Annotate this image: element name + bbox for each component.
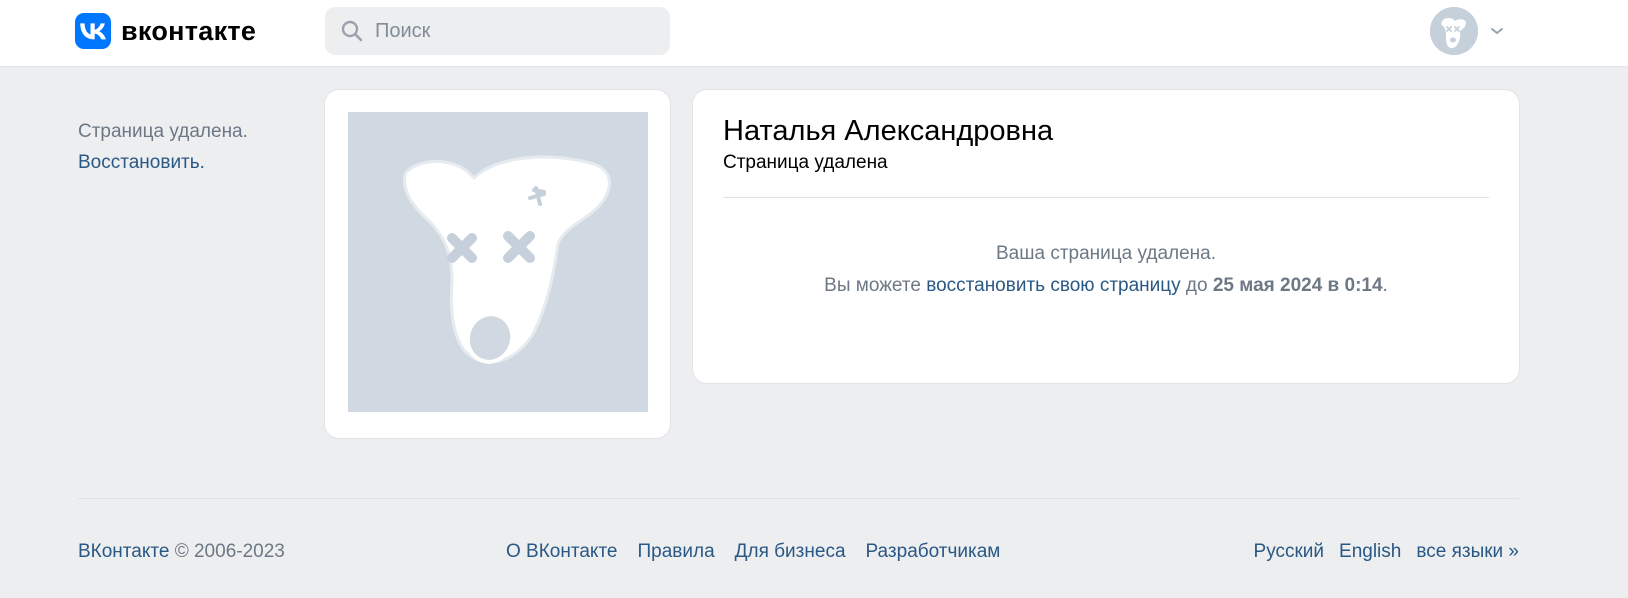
footer-link-about[interactable]: О ВКонтакте: [506, 538, 618, 566]
profile-menu-button[interactable]: [1430, 7, 1504, 55]
footer-links: О ВКонтакте Правила Для бизнеса Разработ…: [506, 538, 1020, 566]
profile-status: Страница удалена: [723, 152, 888, 173]
lang-all[interactable]: все языки »: [1416, 538, 1519, 566]
line2-mid: до: [1180, 275, 1213, 296]
footer-divider: [78, 498, 1519, 499]
profile-photo-card: [325, 90, 670, 438]
vk-logo[interactable]: вконтакте: [75, 13, 256, 49]
search-input[interactable]: [375, 19, 655, 43]
restore-page-link[interactable]: восстановить свою страницу: [926, 275, 1180, 296]
deleted-status-text: Страница удалена.: [78, 121, 248, 142]
profile-info-card: Наталья Александровна Страница удалена В…: [693, 90, 1519, 383]
copyright: ВКонтакте © 2006-2023: [78, 538, 285, 566]
language-links: Русский English все языки »: [1239, 538, 1519, 566]
line2-suffix: .: [1382, 275, 1388, 296]
footer-link-business[interactable]: Для бизнеса: [735, 538, 846, 566]
profile-name: Наталья Александровна: [723, 115, 1054, 147]
restore-deadline: 25 мая 2024 в 0:14: [1212, 275, 1383, 296]
restore-link[interactable]: Восстановить.: [78, 147, 248, 178]
deleted-message-line2: Вы можете восстановить свою страницу до …: [693, 270, 1519, 302]
footer: ВКонтакте © 2006-2023 О ВКонтакте Правил…: [78, 538, 1519, 566]
deleted-message: Ваша страница удалена. Вы можете восстан…: [693, 238, 1519, 302]
copyright-years: © 2006-2023: [169, 541, 285, 562]
lang-english[interactable]: English: [1339, 538, 1401, 566]
footer-link-rules[interactable]: Правила: [638, 538, 715, 566]
deleted-message-line1: Ваша страница удалена.: [995, 243, 1216, 264]
footer-link-developers[interactable]: Разработчикам: [866, 538, 1001, 566]
search-icon: [341, 20, 363, 42]
search-box[interactable]: [325, 7, 670, 55]
vk-logo-icon: [75, 13, 111, 49]
top-bar: вконтакте: [0, 0, 1628, 67]
divider: [723, 197, 1489, 198]
line2-prefix: Вы можете: [824, 275, 927, 296]
deactivated-dog-avatar: [1430, 7, 1478, 55]
logo-text: вконтакте: [121, 16, 257, 46]
deleted-page-note: Страница удалена. Восстановить.: [78, 116, 248, 178]
footer-brand-link[interactable]: ВКонтакте: [78, 541, 169, 562]
deactivated-dog-photo: [348, 112, 648, 412]
lang-russian[interactable]: Русский: [1254, 538, 1325, 566]
chevron-down-icon: [1491, 28, 1503, 34]
